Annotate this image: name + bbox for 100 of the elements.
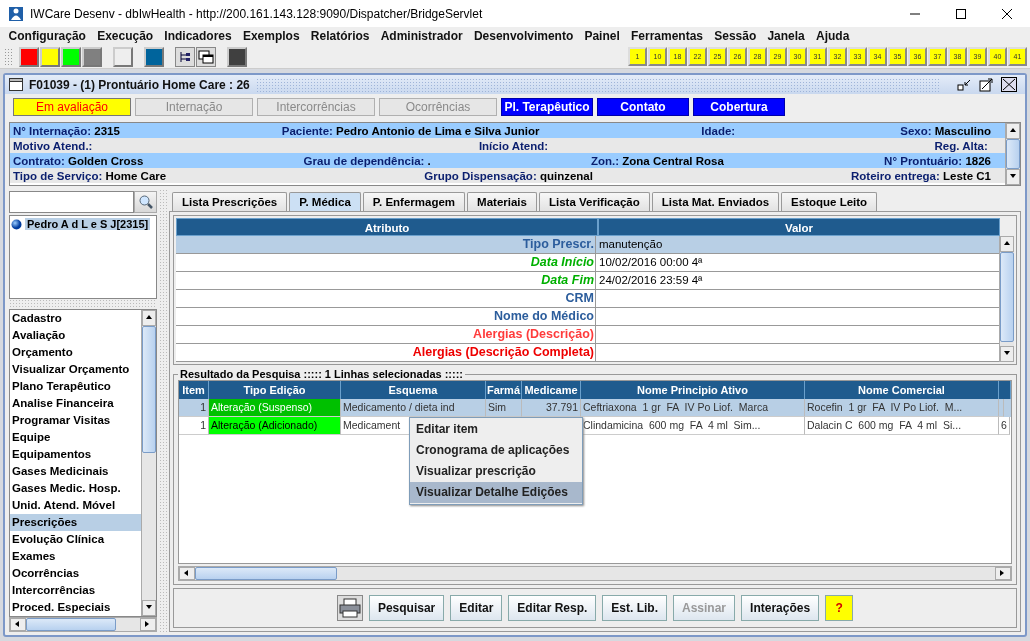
menu-item[interactable]: Visualizar prescrição (410, 461, 582, 482)
menu-item[interactable]: Desenvolvimento (468, 29, 579, 44)
column-header[interactable]: Nome Comercial (805, 381, 999, 399)
vertical-scrollbar[interactable] (1005, 123, 1020, 185)
sphere-icon (11, 218, 22, 230)
nav-item[interactable]: Equipamentos (10, 446, 141, 463)
nav-item[interactable]: Unid. Atend. Móvel (10, 497, 141, 514)
horizontal-scrollbar[interactable] (9, 617, 157, 632)
nav-item[interactable]: Analise Financeira (10, 395, 141, 412)
action-button[interactable]: Editar Resp. (508, 595, 597, 621)
color-swatch-button[interactable] (113, 46, 133, 67)
table-cell-text: manutenção (598, 237, 664, 252)
nav-item[interactable]: Cadastro (10, 310, 141, 327)
status-button[interactable]: Pl. Terapêutico (501, 98, 593, 116)
search-button[interactable] (134, 191, 157, 213)
menu-item[interactable]: Indicadores (158, 29, 238, 44)
tab[interactable]: P. Médica (289, 192, 361, 211)
status-button[interactable]: Contato (597, 98, 689, 116)
table-cell-text: 10/02/2016 00:00 4ª (598, 255, 704, 270)
action-button[interactable]: ? (825, 595, 854, 621)
tab[interactable]: Lista Prescrições (172, 192, 288, 211)
patient-item[interactable]: Pedro A d L e S J[2315] (25, 218, 151, 230)
menu-item[interactable]: Janela (761, 29, 811, 44)
column-header[interactable] (999, 381, 1011, 399)
attribute-label: Alergias (Descrição Completa) (176, 344, 596, 361)
nav-item[interactable]: Ocorrências (10, 565, 141, 582)
column-header[interactable]: Valor (598, 218, 1000, 236)
tab[interactable]: P. Enfermagem (362, 192, 466, 211)
menu-item[interactable]: Cronograma de aplicações (410, 440, 582, 461)
menu-item[interactable]: Configuração (3, 29, 92, 44)
menu-item[interactable]: Administrador (375, 29, 469, 44)
color-swatch-button[interactable] (40, 46, 60, 67)
color-swatch-button[interactable] (227, 46, 247, 67)
tab[interactable]: Estoque Leito (781, 192, 878, 211)
column-header[interactable]: Medicame (522, 381, 581, 399)
menu-item[interactable]: Relatórios (305, 29, 376, 44)
menu-item[interactable]: Execução (91, 29, 159, 44)
info-field: Motivo Atend.: (13, 139, 96, 152)
close-icon[interactable] (1001, 77, 1017, 92)
nav-item[interactable]: Avaliação (10, 327, 141, 344)
nav-item[interactable]: Evolução Clínica (10, 531, 141, 548)
nav-item[interactable]: Gases Medic. Hosp. (10, 480, 141, 497)
maximize-icon[interactable] (955, 7, 967, 20)
status-button[interactable]: Em avaliação (13, 98, 131, 116)
attribute-label: CRM (176, 290, 596, 307)
action-button[interactable]: Pesquisar (368, 595, 445, 621)
info-field: Idade: (701, 124, 739, 137)
column-header[interactable]: Tipo Edição (209, 381, 341, 399)
menu-item[interactable]: Exemplos (237, 29, 306, 44)
group-title: Resultado da Pesquisa ::::: 1 Linhas selecionadas ::::: (179, 368, 464, 380)
menu-item[interactable]: Painel (578, 29, 626, 44)
nav-item[interactable]: Visualizar Orçamento (10, 361, 141, 378)
tree-icon[interactable] (175, 46, 195, 67)
nav-item[interactable]: Gases Medicinais (10, 463, 141, 480)
nav-item[interactable]: Orçamento (10, 344, 141, 361)
maximize-icon[interactable] (979, 77, 995, 92)
action-button[interactable]: Interações (741, 595, 820, 621)
vertical-scrollbar[interactable] (141, 310, 156, 616)
splitter-handle[interactable] (9, 299, 157, 309)
nav-item[interactable]: Intercorrências (10, 582, 141, 599)
tab[interactable]: Lista Mat. Enviados (651, 192, 780, 211)
menu-item[interactable]: Ferramentas (625, 29, 709, 44)
nav-item[interactable]: Plano Terapêutico (10, 378, 141, 395)
close-icon[interactable] (1001, 7, 1013, 20)
menu-item[interactable]: Sessão (708, 29, 762, 44)
menu-item[interactable]: Visualizar Detalhe Edições (410, 482, 582, 503)
column-header[interactable]: Esquema (341, 381, 486, 399)
column-header[interactable]: Nome Principio Ativo (581, 381, 805, 399)
frame-title: F01039 - (1) Prontuário Home Care : 26 (29, 77, 250, 92)
table-cell: Ceftriaxona 1 gr FA IV Po Liof. Marca (581, 399, 805, 417)
nav-item[interactable]: Programar Visitas (10, 412, 141, 429)
info-field: Início Atend: (478, 139, 552, 152)
color-swatch-button[interactable] (61, 46, 81, 67)
tab[interactable]: Lista Verificação (538, 192, 650, 211)
column-header[interactable]: Atributo (176, 218, 598, 236)
windows-icon[interactable] (196, 46, 216, 67)
action-button[interactable]: Est. Lib. (602, 595, 667, 621)
table-cell-text: 24/02/2016 23:59 4ª (598, 273, 704, 288)
nav-item[interactable]: Equipe (10, 429, 141, 446)
column-header[interactable]: Item (179, 381, 209, 399)
column-header[interactable]: Farmá (486, 381, 522, 399)
restore-icon[interactable] (957, 77, 973, 92)
color-swatch-button[interactable] (19, 46, 39, 67)
table-cell: Rocefin 1 gr FA IV Po Liof. M... (805, 399, 999, 417)
splitter-handle[interactable] (159, 189, 167, 632)
nav-item[interactable]: Prescrições (10, 514, 141, 531)
vertical-scrollbar[interactable] (999, 236, 1014, 362)
color-swatch-button[interactable] (144, 46, 164, 67)
tab[interactable]: Materiais (467, 192, 537, 211)
nav-item[interactable]: Exames (10, 548, 141, 565)
printer-icon[interactable] (336, 595, 363, 621)
horizontal-scrollbar[interactable] (178, 566, 1012, 581)
action-button[interactable]: Editar (450, 595, 503, 621)
color-swatch-button[interactable] (82, 46, 102, 67)
search-field[interactable] (9, 191, 134, 213)
info-field: Reg. Alta: (934, 139, 991, 152)
menu-item[interactable]: Ajuda (810, 29, 855, 44)
table-cell: 6 (999, 417, 1010, 435)
status-button[interactable]: Cobertura (693, 98, 785, 116)
nav-item[interactable]: Proced. Especiais (10, 599, 141, 616)
